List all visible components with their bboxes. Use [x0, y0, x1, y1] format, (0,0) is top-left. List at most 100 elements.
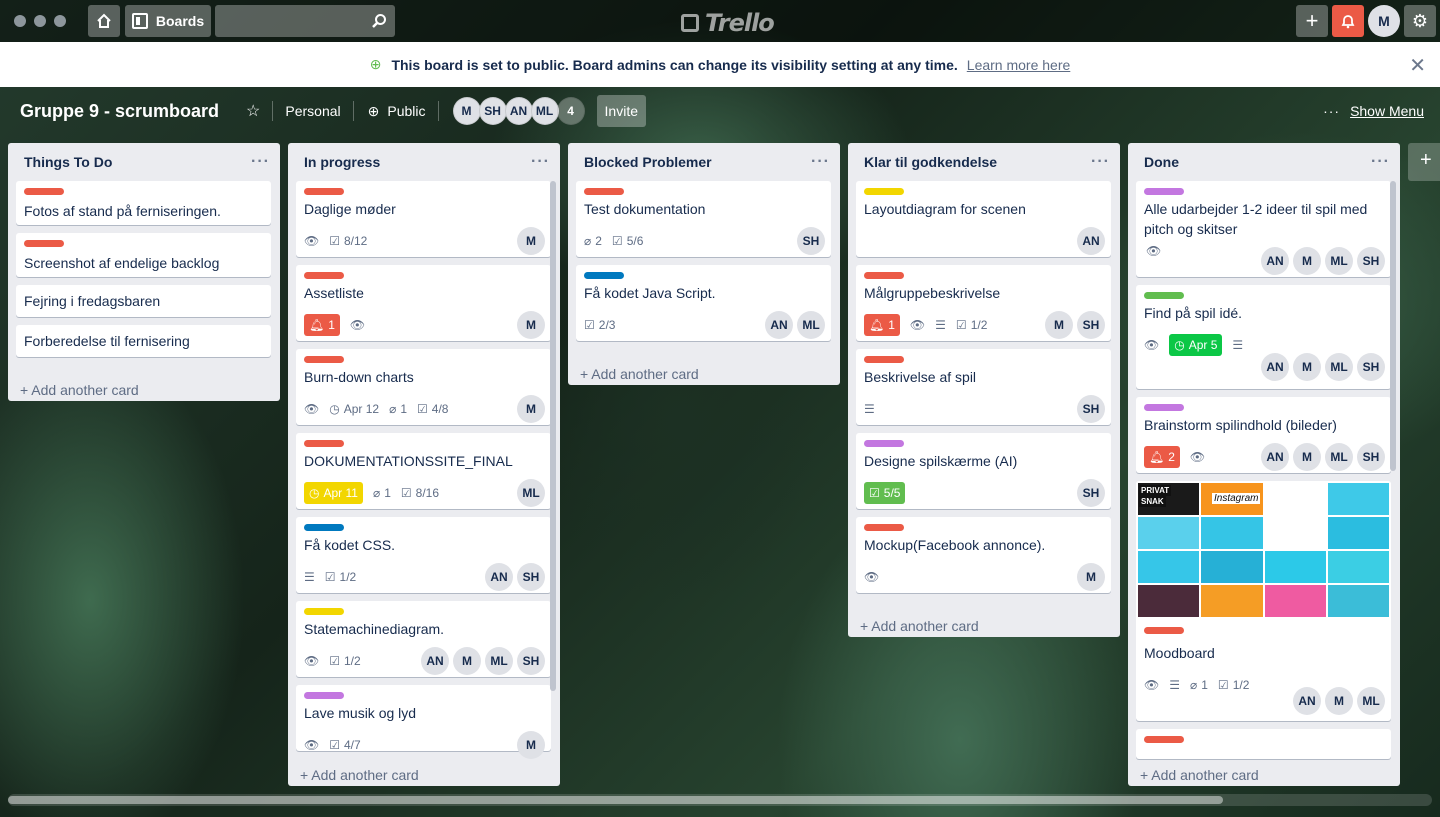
- team-button[interactable]: Personal: [285, 103, 340, 119]
- member-avatar[interactable]: SH: [797, 227, 825, 255]
- member-avatar[interactable]: ML: [1325, 353, 1353, 381]
- member-avatar[interactable]: SH: [1357, 353, 1385, 381]
- create-button[interactable]: +: [1296, 5, 1328, 37]
- settings-button[interactable]: ⚙: [1404, 5, 1436, 37]
- card-label[interactable]: [304, 440, 344, 447]
- list-menu-icon[interactable]: ···: [251, 153, 270, 171]
- card[interactable]: Fejring i fredagsbaren: [16, 285, 271, 317]
- member-avatar[interactable]: M: [517, 395, 545, 423]
- user-avatar[interactable]: M: [1368, 5, 1400, 37]
- card-label[interactable]: [304, 524, 344, 531]
- member-avatar[interactable]: SH: [1077, 395, 1105, 423]
- card[interactable]: Lave musik og lyd 👁︎ ☑ 4/7 M: [296, 685, 551, 759]
- card[interactable]: Find på spil idé. 👁︎ ◷ Apr 5 ☰ AN M ML SH: [1136, 285, 1391, 389]
- due-date-badge[interactable]: ◷ Apr 5: [1169, 334, 1223, 356]
- member-avatar[interactable]: AN: [1077, 227, 1105, 255]
- trello-logo[interactable]: Trello: [681, 9, 775, 37]
- card[interactable]: Designe spilskærme (AI) ☑ 5/5 SH: [856, 433, 1111, 509]
- horizontal-scrollbar[interactable]: [8, 794, 1432, 806]
- member-avatar[interactable]: ML: [530, 97, 559, 125]
- member-avatar[interactable]: ML: [517, 479, 545, 507]
- more-members-count[interactable]: 4: [556, 97, 585, 125]
- card[interactable]: Mockup(Facebook annonce). 👁︎ M: [856, 517, 1111, 593]
- card-label[interactable]: [1144, 627, 1184, 634]
- search-input[interactable]: [215, 5, 395, 37]
- list-scrollbar[interactable]: [550, 181, 556, 691]
- card[interactable]: Alle udarbejder 1-2 ideer til spil med p…: [1136, 181, 1391, 277]
- card[interactable]: Burn-down charts 👁︎ ◷ Apr 12 ⌀ 1 ☑ 4/8 M: [296, 349, 551, 425]
- card-label[interactable]: [304, 692, 344, 699]
- member-avatar[interactable]: M: [1293, 247, 1321, 275]
- card-label[interactable]: [864, 524, 904, 531]
- card[interactable]: Assetliste 🔔︎ 1 👁︎ M: [296, 265, 551, 341]
- card[interactable]: Få kodet Java Script. ☑ 2/3 AN ML: [576, 265, 831, 341]
- visibility-button[interactable]: Public: [387, 103, 425, 119]
- notification-badge[interactable]: 🔔︎ 1: [864, 314, 900, 336]
- notification-badge[interactable]: 🔔︎ 1: [304, 314, 340, 336]
- list-menu-icon[interactable]: ···: [531, 153, 550, 171]
- member-avatar[interactable]: AN: [504, 97, 533, 125]
- card[interactable]: Statemachinediagram. 👁︎ ☑ 1/2 AN M ML SH: [296, 601, 551, 677]
- card-label[interactable]: [864, 272, 904, 279]
- member-avatar[interactable]: SH: [1357, 443, 1385, 471]
- member-avatar[interactable]: M: [1293, 353, 1321, 381]
- list-menu-icon[interactable]: ···: [1091, 153, 1110, 171]
- add-card-button[interactable]: + Add another card: [580, 366, 699, 382]
- add-list-button[interactable]: +: [1408, 143, 1440, 181]
- card-label[interactable]: [24, 188, 64, 195]
- member-avatar[interactable]: ML: [485, 647, 513, 675]
- member-avatar[interactable]: SH: [1077, 479, 1105, 507]
- member-avatar[interactable]: M: [453, 647, 481, 675]
- card-label[interactable]: [304, 272, 344, 279]
- card-label[interactable]: [24, 240, 64, 247]
- scrollbar-thumb[interactable]: [8, 796, 1223, 804]
- list-title[interactable]: Blocked Problemer: [584, 154, 712, 170]
- list-scrollbar[interactable]: [1390, 181, 1396, 471]
- card[interactable]: Screenshot af endelige backlog: [16, 233, 271, 277]
- member-avatar[interactable]: M: [1293, 443, 1321, 471]
- card-label[interactable]: [304, 356, 344, 363]
- card[interactable]: Målgruppebeskrivelse 🔔︎ 1 👁︎ ☰ ☑ 1/2 M SH: [856, 265, 1111, 341]
- member-avatar[interactable]: AN: [1261, 443, 1289, 471]
- member-avatar[interactable]: ML: [1357, 687, 1385, 715]
- member-avatar[interactable]: ML: [797, 311, 825, 339]
- member-avatar[interactable]: SH: [478, 97, 507, 125]
- member-avatar[interactable]: ML: [1325, 247, 1353, 275]
- member-avatar[interactable]: SH: [1077, 311, 1105, 339]
- card-label[interactable]: [584, 188, 624, 195]
- member-avatar[interactable]: M: [517, 311, 545, 339]
- add-card-button[interactable]: + Add another card: [1140, 767, 1259, 783]
- learn-more-link[interactable]: Learn more here: [967, 57, 1071, 73]
- member-avatar[interactable]: AN: [765, 311, 793, 339]
- invite-button[interactable]: Invite: [596, 95, 646, 127]
- card[interactable]: Beskrivelse af spil ☰ SH: [856, 349, 1111, 425]
- list-menu-icon[interactable]: ···: [1371, 153, 1390, 171]
- card[interactable]: [1136, 729, 1391, 759]
- card-label[interactable]: [1144, 736, 1184, 743]
- notification-badge[interactable]: 🔔︎ 2: [1144, 446, 1180, 468]
- card-label[interactable]: [864, 440, 904, 447]
- add-card-button[interactable]: + Add another card: [860, 618, 979, 634]
- card-label[interactable]: [1144, 188, 1184, 195]
- member-avatar[interactable]: SH: [517, 563, 545, 591]
- window-close-dot[interactable]: [14, 15, 26, 27]
- card-label[interactable]: [1144, 292, 1184, 299]
- member-avatar[interactable]: M: [452, 97, 481, 125]
- card-label[interactable]: [584, 272, 624, 279]
- member-avatar[interactable]: SH: [1357, 247, 1385, 275]
- member-avatar[interactable]: SH: [517, 647, 545, 675]
- member-avatar[interactable]: AN: [1261, 353, 1289, 381]
- card[interactable]: Brainstorm spilindhold (bileder) 🔔︎ 2 👁︎ AN M…: [1136, 397, 1391, 473]
- add-card-button[interactable]: + Add another card: [300, 767, 419, 783]
- due-date-badge[interactable]: ◷ Apr 11: [304, 482, 363, 504]
- list-title[interactable]: Things To Do: [24, 154, 112, 170]
- home-button[interactable]: [88, 5, 120, 37]
- notifications-button[interactable]: [1332, 5, 1364, 37]
- card-label[interactable]: [304, 608, 344, 615]
- list-menu-icon[interactable]: ···: [811, 153, 830, 171]
- card[interactable]: PRIVAT SNAK Instagram Moodboard 👁︎ ☰ ⌀ 1 ☑ 1/2 AN M…: [1136, 481, 1391, 721]
- window-zoom-dot[interactable]: [54, 15, 66, 27]
- show-menu-button[interactable]: Show Menu: [1350, 103, 1424, 119]
- star-icon[interactable]: ☆: [246, 101, 260, 121]
- boards-button[interactable]: Boards: [125, 5, 211, 37]
